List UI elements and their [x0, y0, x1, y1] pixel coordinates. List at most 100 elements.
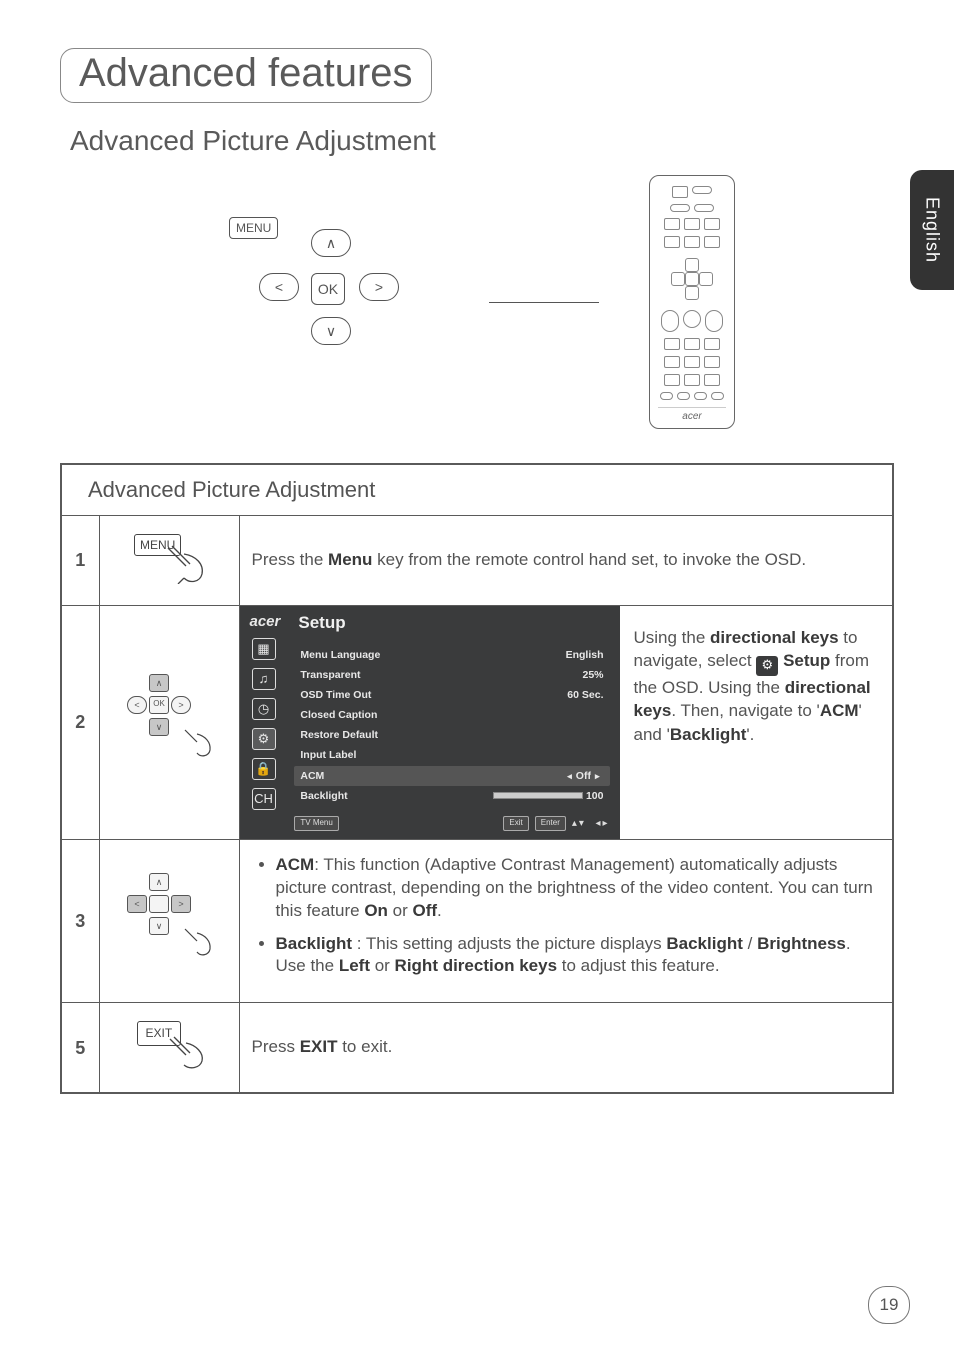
timer-icon: ◷ [252, 698, 276, 720]
osd-footer: TV Menu Exit Enter ▴▾ ◂▸ [294, 816, 609, 831]
text-bold: EXIT [300, 1037, 338, 1056]
step-description: Press the Menu key from the remote contr… [239, 515, 893, 605]
nav-arrows-icon: ▴▾ ◂▸ [572, 817, 610, 831]
list-item: ACM: This function (Adaptive Contrast Ma… [276, 854, 881, 923]
osd-value: 25% [582, 668, 603, 682]
text: Using the [634, 628, 711, 647]
channel-icon: CH [252, 788, 276, 810]
down-key-icon: ∨ [311, 317, 351, 345]
backlight-slider-icon [493, 792, 583, 799]
page-title: Advanced features [60, 48, 432, 103]
step-description: acer ▦ ♫ ◷ ⚙ 🔒 CH Setup [239, 605, 893, 839]
osd-heading: Setup [298, 612, 609, 635]
text-bold: Backlight [666, 934, 743, 953]
step-number: 1 [61, 515, 99, 605]
step-illustration: MENU [99, 515, 239, 605]
text: to adjust this feature. [557, 956, 720, 975]
diagram-remote-dpad: MENU ∧ < OK > ∨ acer [60, 175, 894, 429]
remote-brand-label: acer [658, 407, 726, 422]
menu-key: MENU [229, 217, 278, 239]
text-bold: directional keys [710, 628, 839, 647]
step-number: 2 [61, 605, 99, 839]
text: to exit. [337, 1037, 392, 1056]
dpad-thumb-icon: ∧ < > ∨ [121, 873, 217, 963]
text-bold: Backlight [276, 934, 353, 953]
table-row: 5 EXIT Press EXIT to exit. [61, 1003, 893, 1093]
text: / [743, 934, 757, 953]
step-illustration: EXIT [99, 1003, 239, 1093]
osd-label: Backlight [300, 789, 347, 803]
osd-sidebar: ▦ ♫ ◷ ⚙ 🔒 CH [250, 638, 278, 810]
left-arrow-icon: ◂ [563, 771, 576, 781]
text-bold: Off [413, 901, 438, 920]
text-bold: Right direction keys [395, 956, 557, 975]
table-row: 3 ∧ < > ∨ ACM: This function (Adaptive C… [61, 839, 893, 1003]
left-key-icon: < [259, 273, 299, 301]
osd-label: OSD Time Out [300, 688, 371, 702]
page-subtitle: Advanced Picture Adjustment [70, 125, 894, 157]
text: . [437, 901, 442, 920]
text: or [370, 956, 395, 975]
osd-value: Off [576, 770, 591, 782]
gear-icon: ⚙ [252, 728, 276, 750]
language-tab: English [910, 170, 954, 290]
text: or [388, 901, 413, 920]
list-item: Backlight : This setting adjusts the pic… [276, 933, 881, 979]
up-key-icon: ∧ [311, 229, 351, 257]
osd-label: Restore Default [300, 728, 378, 742]
right-arrow-icon: ▸ [591, 771, 604, 781]
text: '. [746, 725, 754, 744]
text-bold: Brightness [757, 934, 846, 953]
table-row: 2 ∧ < OK > ∨ acer ▦ [61, 605, 893, 839]
osd-label: Transparent [300, 668, 360, 682]
audio-icon: ♫ [252, 668, 276, 690]
text: Press [252, 1037, 300, 1056]
osd-foot-enter: Enter [535, 816, 566, 831]
text-bold: Menu [328, 550, 372, 569]
connector-line [489, 302, 599, 303]
osd-foot-menu: TV Menu [294, 816, 338, 831]
text-bold: Left [339, 956, 370, 975]
remote-control-icon: acer [649, 175, 735, 429]
text: . Then, navigate to ' [671, 701, 819, 720]
text-bold: ACM [820, 701, 859, 720]
osd-label: ACM [300, 769, 324, 783]
osd-value: English [566, 648, 604, 662]
page-number: 19 [868, 1286, 910, 1324]
osd-label: Input Label [300, 748, 356, 762]
text: Press the [252, 550, 329, 569]
osd-label: Closed Caption [300, 708, 377, 722]
osd-setup-screenshot: acer ▦ ♫ ◷ ⚙ 🔒 CH Setup [240, 606, 620, 839]
step-description-text: Using the directional keys to navigate, … [620, 606, 893, 839]
text: : This setting adjusts the picture displ… [352, 934, 666, 953]
text-bold: ACM [276, 855, 315, 874]
text-bold: Setup [783, 651, 830, 670]
step-description: ACM: This function (Adaptive Contrast Ma… [239, 839, 893, 1003]
language-tab-label: English [922, 197, 943, 263]
osd-foot-exit: Exit [503, 816, 528, 831]
osd-label: Menu Language [300, 648, 380, 662]
step-illustration: ∧ < OK > ∨ [99, 605, 239, 839]
dpad-cluster: MENU ∧ < OK > ∨ [219, 217, 419, 387]
right-key-icon: > [359, 273, 399, 301]
ok-key: OK [311, 273, 345, 305]
text: key from the remote control hand set, to… [372, 550, 806, 569]
lock-icon: 🔒 [252, 758, 276, 780]
dpad-thumb-icon: ∧ < OK > ∨ [121, 674, 217, 764]
table-header: Advanced Picture Adjustment [61, 464, 893, 515]
instruction-table: Advanced Picture Adjustment 1 MENU [60, 463, 894, 1094]
press-exit-icon: EXIT [127, 1017, 212, 1071]
step-number: 5 [61, 1003, 99, 1093]
gear-icon: ⚙ [756, 656, 778, 676]
step-description: Press EXIT to exit. [239, 1003, 893, 1093]
text-bold: Backlight [670, 725, 747, 744]
table-row: 1 MENU Press the Menu key from the [61, 515, 893, 605]
press-menu-icon: MENU [124, 530, 214, 584]
osd-value: 100 [586, 790, 604, 802]
step-number: 3 [61, 839, 99, 1003]
text-bold: On [364, 901, 388, 920]
picture-icon: ▦ [252, 638, 276, 660]
osd-value: 60 Sec. [567, 688, 603, 702]
osd-brand: acer [250, 612, 281, 632]
step-illustration: ∧ < > ∨ [99, 839, 239, 1003]
